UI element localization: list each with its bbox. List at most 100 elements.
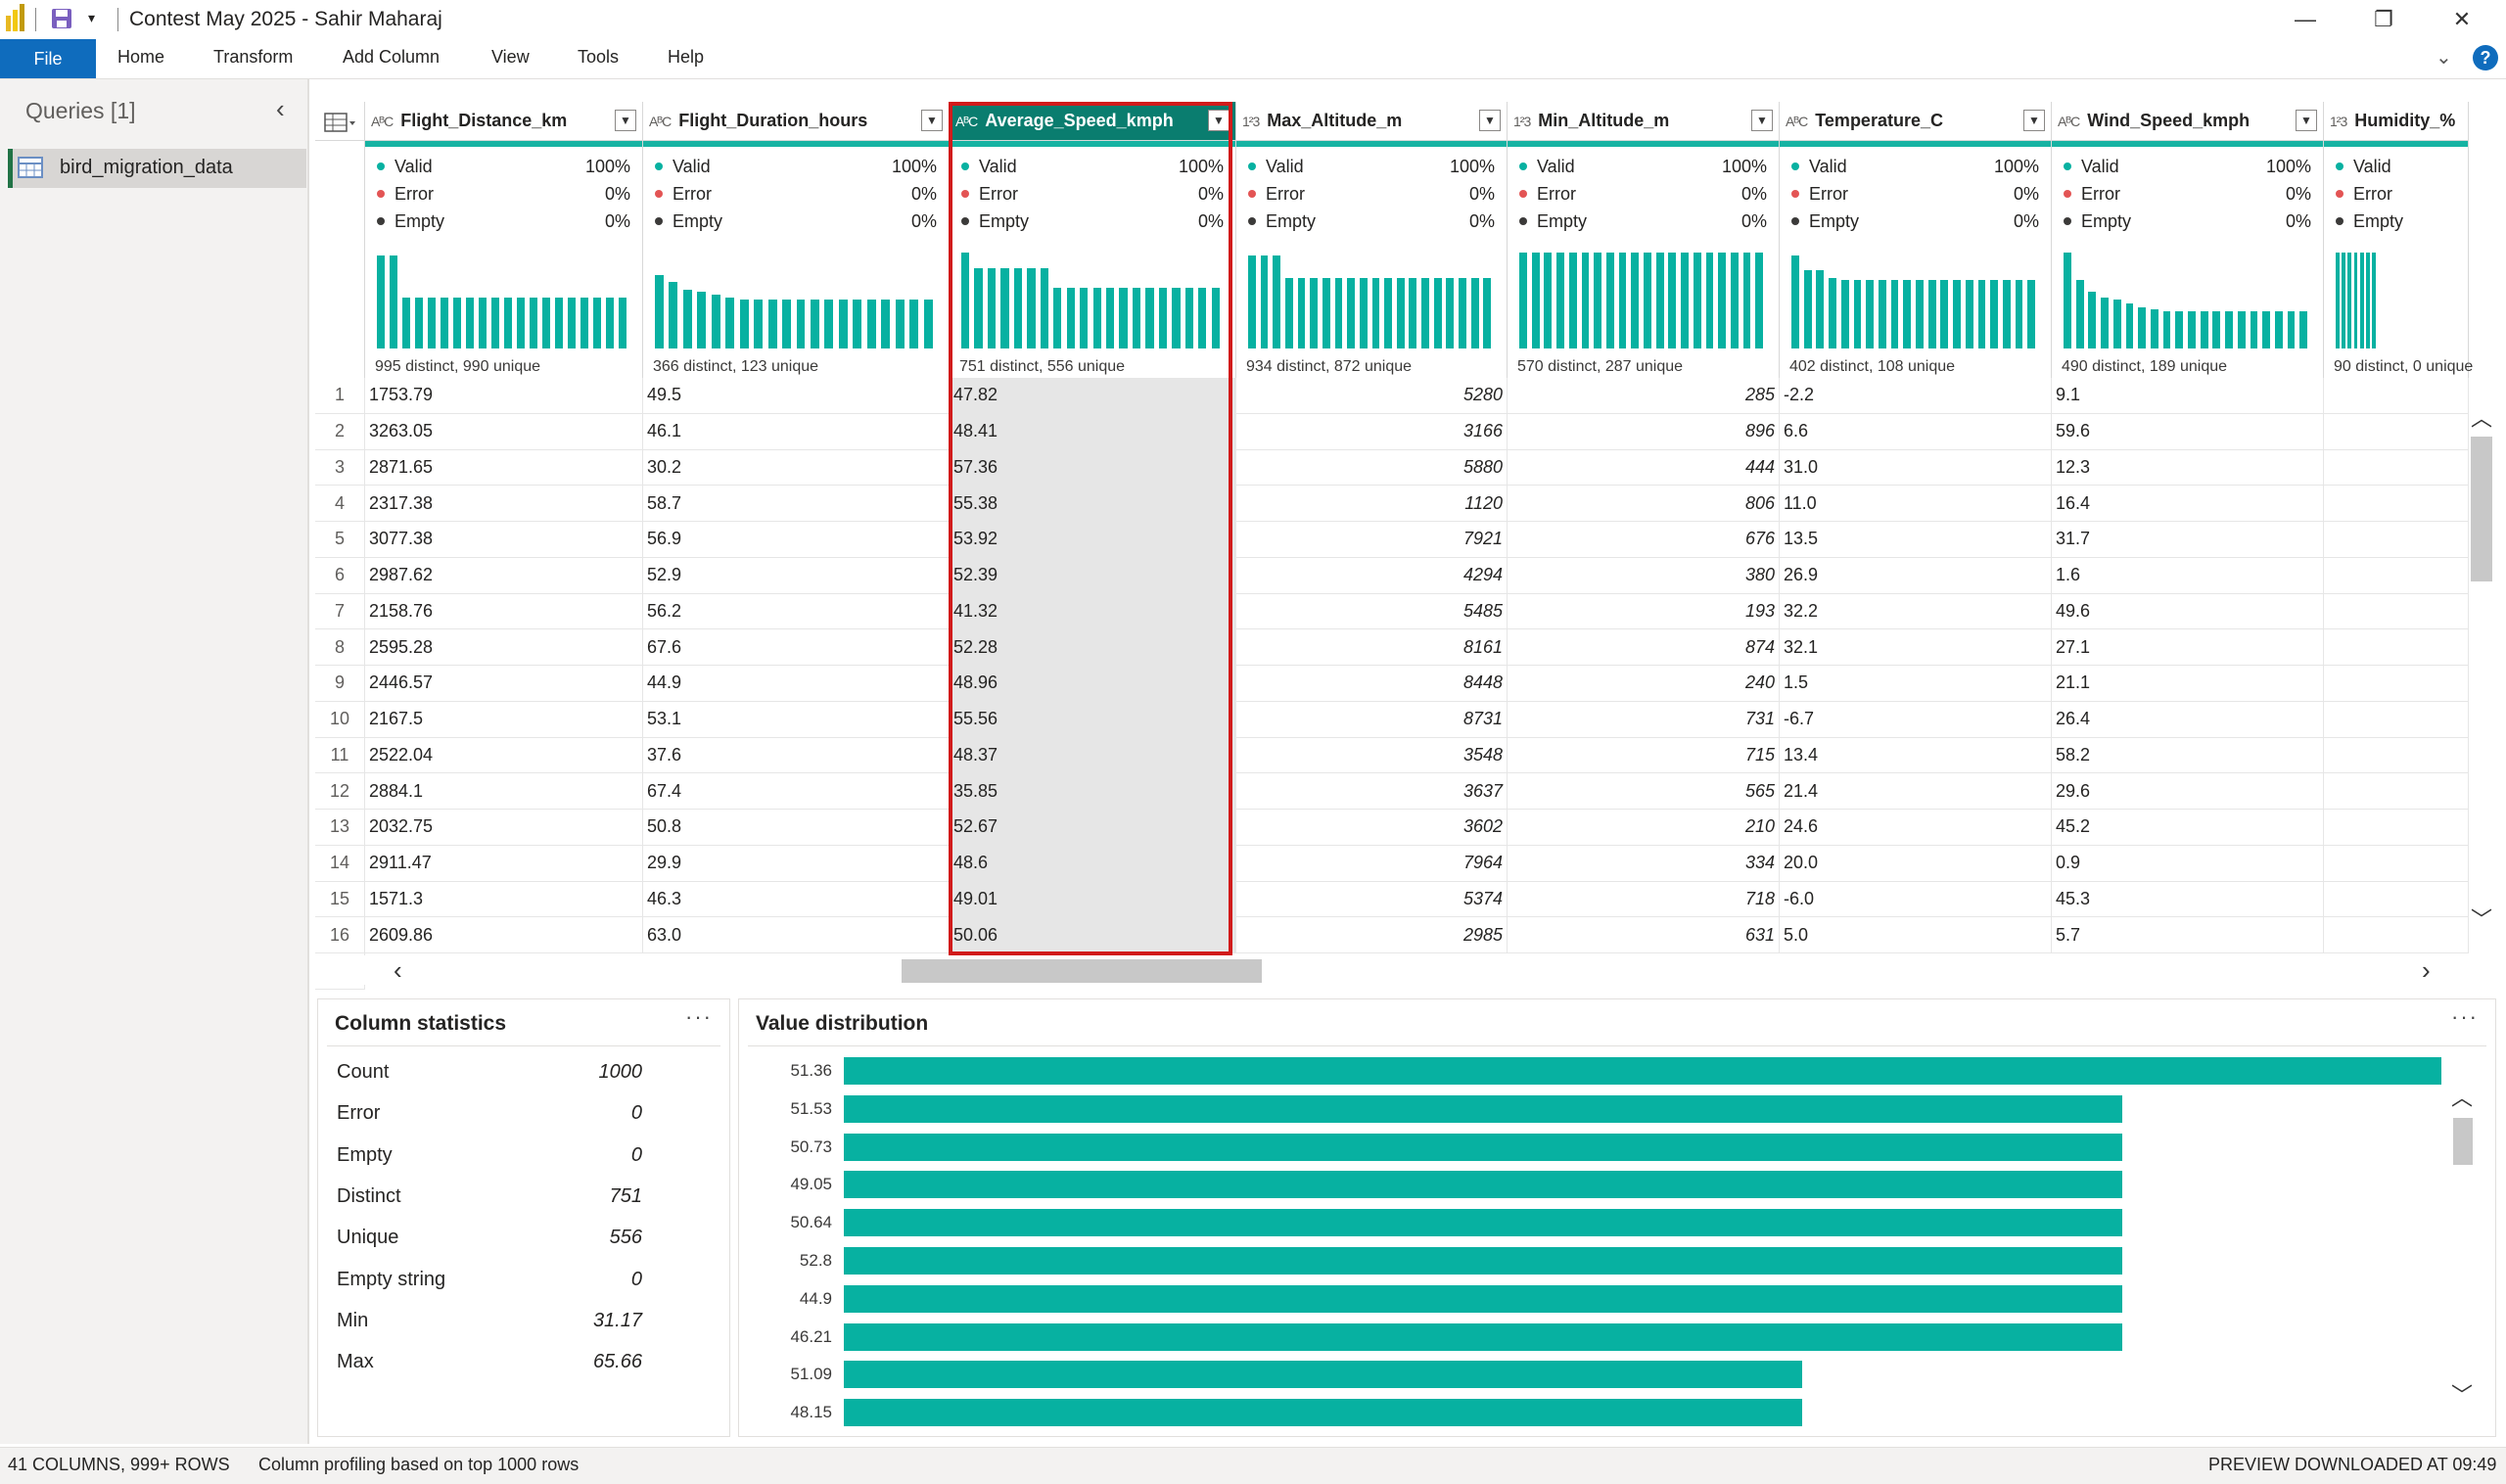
table-cell[interactable]: 52.9 (643, 557, 950, 594)
minimize-button[interactable]: — (2269, 0, 2342, 39)
column-header-humidity-[interactable]: 1²3 Humidity_% (2324, 102, 2469, 141)
table-cell[interactable] (2324, 449, 2469, 487)
table-cell[interactable]: 3077.38 (365, 522, 643, 558)
distribution-bar[interactable] (844, 1209, 2122, 1237)
table-cell[interactable]: 380 (1508, 557, 1780, 594)
table-cell[interactable]: 44.9 (643, 666, 950, 702)
dist-scroll-up-icon[interactable]: ︿ (2451, 1081, 2473, 1112)
text-type-icon[interactable]: AᴮC (649, 114, 672, 129)
column-distribution-histogram[interactable] (1519, 251, 1767, 348)
distribution-bar[interactable] (844, 1399, 1803, 1427)
table-cell[interactable]: 3548 (1236, 737, 1508, 774)
table-cell[interactable]: 13.4 (1780, 737, 2052, 774)
column-filter-dropdown-icon[interactable]: ▼ (2023, 110, 2045, 131)
horizontal-scroll-thumb[interactable] (902, 959, 1262, 983)
row-number[interactable]: 3 (315, 449, 365, 487)
table-cell[interactable]: 48.41 (950, 413, 1236, 450)
table-cell[interactable]: 2987.62 (365, 557, 643, 594)
row-number[interactable]: 13 (315, 810, 365, 846)
table-cell[interactable] (2324, 737, 2469, 774)
table-cell[interactable]: 2884.1 (365, 773, 643, 810)
table-cell[interactable]: 46.3 (643, 881, 950, 918)
table-cell[interactable]: 13.5 (1780, 522, 2052, 558)
row-number[interactable]: 16 (315, 917, 365, 953)
table-cell[interactable]: -6.7 (1780, 701, 2052, 738)
table-cell[interactable] (2324, 557, 2469, 594)
tab-tools[interactable]: Tools (578, 47, 619, 68)
table-cell[interactable]: 55.56 (950, 701, 1236, 738)
table-cell[interactable]: 27.1 (2052, 629, 2324, 666)
column-filter-dropdown-icon[interactable]: ▼ (2296, 110, 2317, 131)
table-cell[interactable]: 45.2 (2052, 810, 2324, 846)
table-cell[interactable]: -6.0 (1780, 881, 2052, 918)
table-cell[interactable] (2324, 522, 2469, 558)
table-cell[interactable]: 49.5 (643, 378, 950, 414)
table-cell[interactable]: 896 (1508, 413, 1780, 450)
table-cell[interactable] (2324, 810, 2469, 846)
table-cell[interactable]: 5374 (1236, 881, 1508, 918)
table-cell[interactable]: 444 (1508, 449, 1780, 487)
column-distribution-histogram[interactable] (2064, 251, 2311, 348)
table-cell[interactable]: 285 (1508, 378, 1780, 414)
table-cell[interactable]: 1571.3 (365, 881, 643, 918)
row-number[interactable]: 8 (315, 629, 365, 666)
table-cell[interactable]: 3602 (1236, 810, 1508, 846)
save-icon[interactable] (51, 8, 72, 29)
table-cell[interactable]: 37.6 (643, 737, 950, 774)
table-cell[interactable]: 50.06 (950, 917, 1236, 953)
table-cell[interactable]: 12.3 (2052, 449, 2324, 487)
table-cell[interactable]: 41.32 (950, 593, 1236, 630)
table-cell[interactable]: 4294 (1236, 557, 1508, 594)
column-distribution-histogram[interactable] (1248, 251, 1495, 348)
table-cell[interactable] (2324, 881, 2469, 918)
table-cell[interactable]: 2609.86 (365, 917, 643, 953)
table-cell[interactable]: 67.4 (643, 773, 950, 810)
table-cell[interactable]: 30.2 (643, 449, 950, 487)
table-cell[interactable]: 2871.65 (365, 449, 643, 487)
distribution-bar[interactable] (844, 1361, 1803, 1389)
vertical-scroll-thumb[interactable] (2471, 437, 2492, 581)
table-cell[interactable] (2324, 413, 2469, 450)
table-cell[interactable] (2324, 701, 2469, 738)
quick-access-dropdown-icon[interactable]: ▾ (88, 10, 95, 26)
table-cell[interactable]: 8161 (1236, 629, 1508, 666)
status-profiling[interactable]: Column profiling based on top 1000 rows (258, 1455, 579, 1475)
scroll-right-icon[interactable]: › (2422, 955, 2431, 986)
table-cell[interactable]: 48.96 (950, 666, 1236, 702)
table-cell[interactable]: 3166 (1236, 413, 1508, 450)
column-filter-dropdown-icon[interactable]: ▼ (1479, 110, 1501, 131)
table-cell[interactable]: 55.38 (950, 486, 1236, 522)
tab-help[interactable]: Help (668, 47, 704, 68)
table-cell[interactable]: 58.7 (643, 486, 950, 522)
more-options-icon[interactable]: ··· (2451, 1004, 2479, 1030)
table-cell[interactable]: 26.4 (2052, 701, 2324, 738)
table-cell[interactable]: 67.6 (643, 629, 950, 666)
text-type-icon[interactable]: AᴮC (371, 114, 394, 129)
table-cell[interactable] (2324, 773, 2469, 810)
column-distribution-histogram[interactable] (1791, 251, 2039, 348)
help-icon[interactable]: ? (2473, 45, 2498, 70)
distribution-bar[interactable] (844, 1094, 2122, 1123)
table-cell[interactable]: 565 (1508, 773, 1780, 810)
table-cell[interactable]: 1120 (1236, 486, 1508, 522)
column-filter-dropdown-icon[interactable]: ▼ (921, 110, 943, 131)
tab-add-column[interactable]: Add Column (343, 47, 440, 68)
table-cell[interactable]: 2522.04 (365, 737, 643, 774)
row-number[interactable]: 12 (315, 773, 365, 810)
table-cell[interactable]: 52.67 (950, 810, 1236, 846)
column-header-flight-duration-hours[interactable]: AᴮC Flight_Duration_hours ▼ (643, 102, 950, 141)
table-cell[interactable]: 31.7 (2052, 522, 2324, 558)
table-cell[interactable]: 35.85 (950, 773, 1236, 810)
table-cell[interactable]: 16.4 (2052, 486, 2324, 522)
scroll-left-icon[interactable]: ‹ (394, 955, 402, 986)
table-cell[interactable]: -2.2 (1780, 378, 2052, 414)
column-distribution-histogram[interactable] (961, 251, 1224, 348)
row-number[interactable]: 6 (315, 557, 365, 594)
table-cell[interactable]: 2985 (1236, 917, 1508, 953)
distribution-bar[interactable] (844, 1322, 2122, 1351)
table-cell[interactable] (2324, 666, 2469, 702)
scroll-up-icon[interactable]: ︿ (2471, 401, 2492, 433)
column-distribution-histogram[interactable] (2336, 251, 2456, 348)
table-cell[interactable]: 48.6 (950, 845, 1236, 882)
table-cell[interactable]: 3637 (1236, 773, 1508, 810)
